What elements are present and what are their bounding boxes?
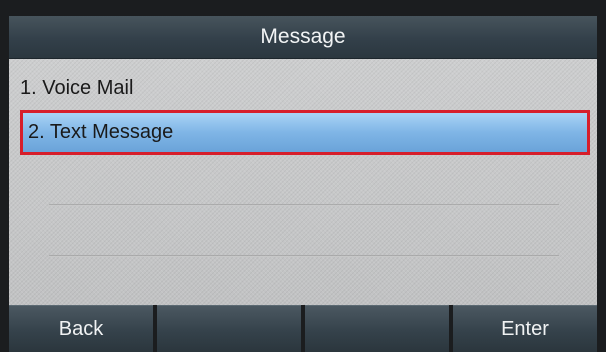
softkey-2[interactable] bbox=[157, 305, 301, 352]
menu-item-text-message[interactable]: 2. Text Message bbox=[20, 110, 590, 155]
softkey-3[interactable] bbox=[305, 305, 449, 352]
menu-item-voice-mail[interactable]: 1. Voice Mail bbox=[9, 66, 597, 110]
list-divider bbox=[49, 255, 559, 257]
enter-softkey[interactable]: Enter bbox=[453, 305, 597, 352]
back-softkey[interactable]: Back bbox=[9, 305, 153, 352]
page-title: Message bbox=[260, 25, 346, 48]
list-divider bbox=[49, 204, 559, 206]
softkey-label: Enter bbox=[501, 317, 549, 340]
menu-item-label: 2. Text Message bbox=[28, 121, 174, 143]
menu-item-label: 1. Voice Mail bbox=[20, 76, 134, 99]
phone-screen: Message 1. Voice Mail 2. Text Message Ba… bbox=[9, 16, 597, 352]
softkey-label: Back bbox=[58, 317, 104, 340]
softkey-bar: Back Enter bbox=[9, 305, 597, 352]
phone-bezel: Message 1. Voice Mail 2. Text Message Ba… bbox=[0, 0, 606, 352]
title-bar: Message bbox=[9, 16, 597, 59]
